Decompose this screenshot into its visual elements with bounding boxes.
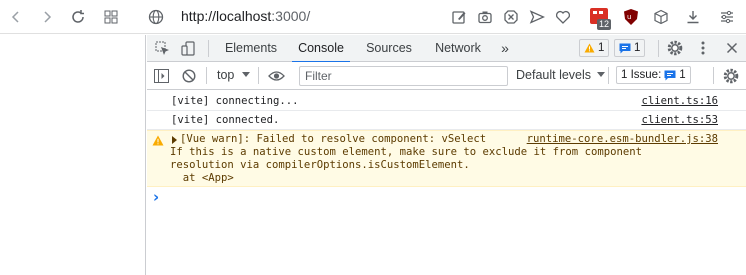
svg-text:u: u [627,13,631,21]
filter-field[interactable] [299,66,508,86]
settings-sliders-icon[interactable] [717,7,737,27]
chevron-right-icon [44,11,52,23]
globe-icon [148,9,164,25]
heart-icon[interactable] [553,7,573,27]
send-icon[interactable] [527,7,547,27]
address-bar[interactable]: http://localhost:3000/ [181,8,310,24]
more-tabs-button[interactable]: » [495,35,515,62]
message-icon [664,70,676,80]
forward-button[interactable] [36,6,58,28]
message-count: 1 [634,42,641,54]
extension-badge-count: 12 [597,19,612,30]
tab-network[interactable]: Network [427,35,489,62]
chevron-left-icon [11,11,19,23]
cube-icon[interactable] [651,7,671,27]
warning-detail: at <App> [170,172,234,184]
download-icon[interactable] [683,7,703,27]
console-toolbar: top Default levels 1 Issue: 1 [147,62,746,90]
issues-button[interactable]: 1 Issue: 1 [616,66,691,84]
block-icon[interactable] [501,7,521,27]
devtools-panel: Elements Console Sources Network » 1 1 t… [147,35,746,275]
url-port: :3000/ [271,8,311,24]
message-count-badge[interactable]: 1 [614,39,646,57]
warning-head: [Vue warn]: Failed to resolve component:… [180,133,487,145]
dropdown-arrow-icon [597,72,606,77]
warning-icon [584,43,595,53]
close-icon[interactable] [723,39,741,57]
tab-console[interactable]: Console [292,35,350,63]
tab-grid-button[interactable] [100,6,122,28]
edit-icon[interactable] [449,7,469,27]
extension-badge-icon[interactable]: 12 [590,7,612,30]
source-link[interactable]: client.ts:53 [641,114,718,126]
warning-detail: resolution via compilerOptions.isCustomE… [170,159,470,171]
message-text: [vite] connected. [171,114,280,126]
camera-icon[interactable] [475,7,495,27]
dropdown-arrow-icon [242,72,251,77]
console-prompt[interactable]: › [147,187,746,209]
tab-sources[interactable]: Sources [359,35,419,62]
issues-count: 1 [679,69,686,81]
inspect-element-icon[interactable] [153,39,171,57]
devtools-tab-bar: Elements Console Sources Network » 1 1 [147,35,746,63]
warning-count: 1 [598,42,605,54]
reload-button[interactable] [67,6,89,28]
ublock-icon[interactable]: u [621,7,641,27]
warning-count-badge[interactable]: 1 [579,39,610,57]
clear-console-icon[interactable] [180,67,198,85]
console-message: [vite] connecting... client.ts:16 [147,92,746,111]
reload-icon [72,10,84,23]
prompt-chevron-icon: › [153,188,160,206]
console-settings-gear-icon[interactable] [722,67,740,85]
gear-icon[interactable] [666,39,684,57]
levels-label: Default levels [516,68,592,82]
sidebar-toggle-icon[interactable] [152,67,170,85]
more-options-icon[interactable] [694,39,712,57]
warning-detail: If this is a native custom element, make… [170,146,642,158]
context-selector[interactable]: top [217,68,251,82]
eye-icon[interactable] [267,67,285,85]
issues-label: 1 Issue: [621,69,662,81]
grid-icon [104,10,118,24]
back-button[interactable] [5,6,27,28]
device-toolbar-icon[interactable] [179,39,197,57]
page-viewport[interactable] [0,35,146,275]
expand-triangle-icon[interactable] [171,136,178,144]
browser-toolbar: http://localhost:3000/ 12 u [0,0,746,34]
context-label: top [217,68,235,82]
source-link[interactable]: runtime-core.esm-bundler.js:38 [527,133,718,145]
source-link[interactable]: client.ts:16 [641,95,718,107]
url-host: http://localhost [181,8,272,24]
warning-icon [152,135,164,146]
message-icon [619,43,631,53]
message-text: [vite] connecting... [171,95,299,107]
console-message: [vite] connected. client.ts:53 [147,111,746,130]
levels-dropdown[interactable]: Default levels [516,68,606,82]
site-info-button[interactable] [146,7,166,27]
tab-elements[interactable]: Elements [216,35,286,62]
filter-input[interactable] [300,67,507,85]
console-warning: [Vue warn]: Failed to resolve component:… [147,130,746,187]
